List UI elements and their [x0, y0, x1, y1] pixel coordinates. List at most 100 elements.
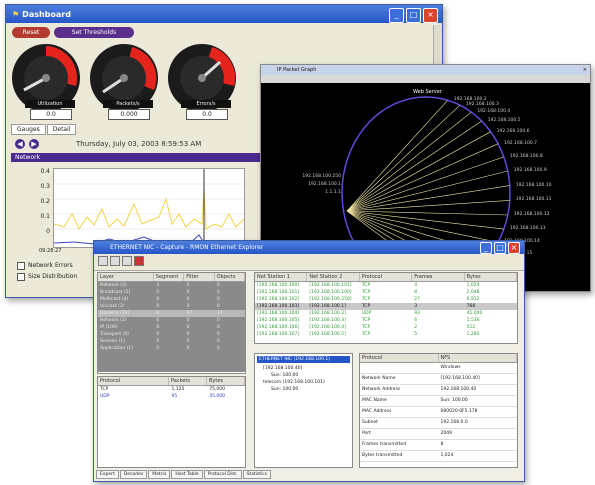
- tree-node[interactable]: Sun: 100.00: [255, 386, 352, 393]
- table-row[interactable]: [192.168.100.106] [192.168.100.4] TCP 2 512: [255, 324, 517, 331]
- column-header[interactable]: Net Station 2: [307, 273, 360, 281]
- host-label[interactable]: 192.168.100.10: [516, 183, 552, 188]
- host-label[interactable]: 192.168.100.1: [301, 181, 341, 189]
- column-header[interactable]: Filter: [184, 273, 215, 281]
- host-label[interactable]: 192.168.100.12: [514, 212, 550, 217]
- checkbox[interactable]: [17, 261, 25, 270]
- table-row[interactable]: Session (1) 0 0 0: [98, 338, 245, 345]
- column-header[interactable]: NFS: [439, 354, 517, 362]
- tree-node[interactable]: Sun: 100.00: [255, 372, 352, 379]
- table-row[interactable]: Windows: [360, 363, 517, 374]
- host-label[interactable]: 192.168.100.250: [301, 173, 341, 181]
- table-row[interactable]: Unicast (2) 0 0 0: [98, 303, 245, 310]
- table-row[interactable]: [192.168.100.104] [192.168.100.2] UDP 93 41,…: [255, 310, 517, 317]
- column-header[interactable]: Bytes: [207, 377, 245, 385]
- table-cell: [192.168.100.2]: [309, 311, 346, 316]
- column-header[interactable]: Protocol: [360, 273, 413, 281]
- table-row[interactable]: [192.168.100.101] [192.168.100.100] TCP 8 2,…: [255, 289, 517, 296]
- table-cell: UDP: [361, 311, 372, 316]
- host-label[interactable]: 192.168.100.9: [514, 168, 547, 173]
- table-cell: Sun: 100.00: [440, 398, 468, 403]
- table-row[interactable]: Application (1) 0 0 0: [98, 345, 245, 352]
- host-label[interactable]: 192.168.100.4: [477, 109, 510, 114]
- table-row[interactable]: UDP 95 45,000: [98, 393, 245, 400]
- network-section-header[interactable]: Network: [11, 153, 265, 162]
- dark-titlebar[interactable]: IP Packet Graph ×: [261, 65, 590, 75]
- tab-host-table[interactable]: Host Table: [171, 470, 203, 479]
- close-icon[interactable]: ×: [508, 242, 520, 254]
- tab-protocol-dist-[interactable]: Protocol Dist.: [203, 470, 242, 479]
- table-row[interactable]: MAC Name Sun: 100.00: [360, 396, 517, 407]
- maximize-icon[interactable]: □: [406, 8, 421, 23]
- host-label[interactable]: 192.168.100.6: [497, 129, 530, 134]
- toolbar-button-icon[interactable]: [98, 256, 108, 266]
- tab-gauges[interactable]: Gauges: [11, 124, 46, 135]
- toolbar-button-icon[interactable]: [122, 256, 132, 266]
- legend-item[interactable]: Network Errors: [17, 261, 73, 270]
- table-row[interactable]: Network (2) 0 0 0: [98, 317, 245, 324]
- toolbar-button-icon[interactable]: [134, 256, 144, 266]
- set-thresholds-button[interactable]: Set Thresholds: [54, 27, 134, 38]
- column-header[interactable]: Protocol: [360, 354, 439, 362]
- host-label[interactable]: 192.168.100.3: [466, 102, 499, 107]
- column-header[interactable]: Objects: [215, 273, 246, 281]
- table-row[interactable]: Transport (4) 0 0 0: [98, 331, 245, 338]
- checkbox[interactable]: [17, 272, 25, 281]
- column-header[interactable]: Segment: [154, 273, 185, 281]
- x-start-label: 09:28:27: [39, 248, 62, 254]
- column-header[interactable]: Frames: [412, 273, 465, 281]
- toolbar-button-icon[interactable]: [110, 256, 120, 266]
- host-label[interactable]: 192.168.100.7: [504, 141, 537, 146]
- table-row[interactable]: Port 2049: [360, 429, 517, 440]
- host-label[interactable]: 192.168.100.13: [510, 226, 546, 231]
- table-row[interactable]: [192.168.100.100] [192.168.100.101] TCP 4 1,…: [255, 282, 517, 289]
- column-header[interactable]: Packets: [169, 377, 207, 385]
- back-nav-icon[interactable]: ◀: [15, 139, 25, 149]
- forward-nav-icon[interactable]: ▶: [29, 139, 39, 149]
- minimize-icon[interactable]: _: [480, 242, 492, 254]
- table-row[interactable]: Broadcast (2) 0 0 0: [98, 289, 245, 296]
- close-icon[interactable]: ×: [583, 65, 587, 75]
- table-row[interactable]: Frames transmitted 8: [360, 440, 517, 451]
- table-header: Layer Segment Filter Objects: [98, 273, 246, 282]
- table-row[interactable]: TCP 1,125 75,000: [98, 386, 245, 393]
- host-label[interactable]: 192.168.100.8: [510, 154, 543, 159]
- table-row[interactable]: [192.168.100.102] [192.168.100.250] TCP 27 6…: [255, 296, 517, 303]
- close-icon[interactable]: ×: [423, 8, 438, 23]
- table-row[interactable]: [192.168.100.103] [192.168.100.1] TCP 3 768: [255, 303, 517, 310]
- tab-matrix[interactable]: Matrix: [148, 470, 171, 479]
- maximize-icon[interactable]: □: [494, 242, 506, 254]
- column-header[interactable]: Protocol: [98, 377, 169, 385]
- host-label[interactable]: 192.168.100.11: [516, 197, 552, 202]
- table-row[interactable]: Network Address 192.168.100.40: [360, 385, 517, 396]
- table-row[interactable]: Datalink (23) 6 97 23: [98, 310, 245, 317]
- host-label[interactable]: 1.1.1.1: [301, 189, 341, 197]
- tree-node[interactable]: [192.168.100.40]: [255, 365, 352, 372]
- table-row[interactable]: Bytes transmitted 1,024: [360, 451, 517, 462]
- connection-line: [346, 185, 510, 212]
- legend-item[interactable]: Size Distribution: [17, 272, 77, 281]
- tab-detail[interactable]: Detail: [46, 124, 77, 135]
- table-row[interactable]: Subnet 192.168.0.0: [360, 418, 517, 429]
- column-header[interactable]: Layer: [98, 273, 154, 281]
- table-row[interactable]: IP (100) 0 0 0: [98, 324, 245, 331]
- dashboard-titlebar[interactable]: ⚑ Dashboard: [6, 5, 442, 23]
- table-body: Windows Network Name [192.168.100.40] Netwo…: [360, 363, 517, 462]
- tree-node-root[interactable]: ETHERNET NIC (192.168.100.1): [257, 356, 350, 363]
- minimize-icon[interactable]: _: [389, 8, 404, 23]
- table-row[interactable]: Multicast (4) 0 0 0: [98, 296, 245, 303]
- tab-expert[interactable]: Expert: [96, 470, 119, 479]
- reset-button[interactable]: Reset: [12, 27, 50, 38]
- table-row[interactable]: [192.168.100.107] [192.168.100.5] TCP 5 1,28…: [255, 331, 517, 338]
- column-header[interactable]: Bytes: [465, 273, 518, 281]
- tree-node[interactable]: telecom (192.168.100.101): [255, 379, 352, 386]
- host-label[interactable]: 192.168.100.5: [488, 118, 521, 123]
- table-row[interactable]: [192.168.100.105] [192.168.100.3] TCP 6 1,53…: [255, 317, 517, 324]
- column-header[interactable]: Net Station 1: [255, 273, 308, 281]
- tab-statistics[interactable]: Statistics: [242, 470, 272, 479]
- explorer-titlebar[interactable]: ETHERNET NIC - Capture - RMON Ethernet E…: [94, 241, 524, 254]
- table-row[interactable]: Network (2) 4 0 0: [98, 282, 245, 289]
- table-row[interactable]: Network Name [192.168.100.40]: [360, 374, 517, 385]
- tab-decodes[interactable]: Decodes: [119, 470, 148, 479]
- table-row[interactable]: MAC Address 080020:0F5.178: [360, 407, 517, 418]
